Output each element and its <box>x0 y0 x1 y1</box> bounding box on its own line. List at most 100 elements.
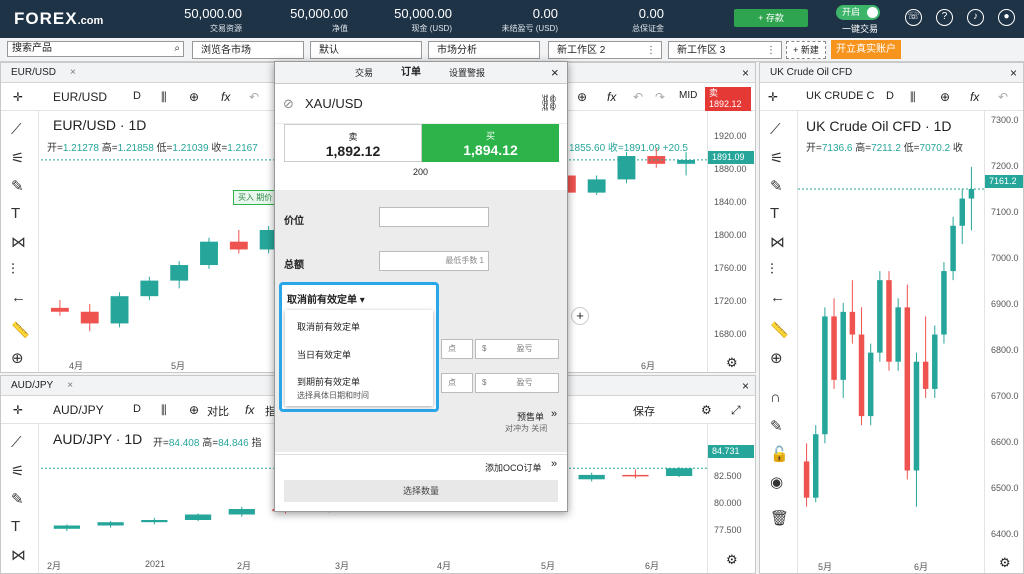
undo-icon[interactable]: ↶ <box>633 90 643 104</box>
brush-tool-icon[interactable]: ✎ <box>770 177 783 195</box>
fib-tool-icon[interactable]: ⚟ <box>11 149 24 167</box>
stop-pnl-input[interactable]: $ 盈亏 <box>475 339 559 359</box>
open-real-account-button[interactable]: 开立真实账户 <box>831 40 901 59</box>
pattern-tool-icon[interactable]: ⋈ <box>11 233 26 251</box>
crosshair-icon[interactable]: ✛ <box>13 403 23 417</box>
cancel-icon[interactable]: ⊘ <box>283 96 294 112</box>
buy-button[interactable]: 买 1,894.12 <box>422 124 559 162</box>
settings-icon[interactable]: ⚙ <box>726 552 738 568</box>
close-tab-icon[interactable]: × <box>70 67 76 78</box>
candle-type-icon[interactable]: ⫼ <box>161 403 167 418</box>
tif-dropdown-toggle[interactable]: 取消前有效定单 ▾ <box>287 291 365 306</box>
function-icon[interactable]: fx <box>970 90 979 104</box>
tab-market-analysis[interactable]: 市场分析 <box>428 41 540 59</box>
add-indicator-icon[interactable]: ⊕ <box>577 90 587 104</box>
candle-type-icon[interactable]: ⫼ <box>910 90 916 105</box>
tab-order[interactable]: 订单 <box>401 62 421 84</box>
amount-input[interactable]: 最低手数 1 <box>379 251 489 271</box>
back-arrow-icon[interactable]: ← <box>11 289 26 306</box>
settings-icon[interactable]: ⚙ <box>726 355 738 371</box>
close-icon[interactable]: × <box>1010 63 1017 83</box>
user-icon[interactable]: ● <box>998 9 1015 26</box>
sell-button[interactable]: 卖 1,892.12 <box>284 124 422 162</box>
sell-price-tag[interactable]: 卖 1892.12 <box>705 87 751 111</box>
settings-icon[interactable]: ⚙ <box>701 403 712 417</box>
tif-option-gtc[interactable]: 取消前有效定单 <box>297 320 360 333</box>
tab-workspace-3[interactable]: 新工作区 3 ⋮ <box>668 41 782 59</box>
limit-points-input[interactable]: 点 <box>441 373 473 393</box>
add-plus-icon[interactable]: + <box>571 307 589 325</box>
deposit-button[interactable]: + 存款 <box>734 9 808 27</box>
select-quantity-button[interactable]: 选择数量 <box>284 480 558 502</box>
interval-selector[interactable]: D <box>133 403 141 415</box>
pattern-tool-icon[interactable]: ⋈ <box>770 233 785 251</box>
limit-pnl-input[interactable]: $ 盈亏 <box>475 373 559 393</box>
tif-option-day[interactable]: 当日有效定单 <box>297 348 351 361</box>
close-icon[interactable]: × <box>742 376 749 396</box>
add-indicator-icon[interactable]: ⊕ <box>940 90 950 104</box>
symbol-selector[interactable]: EUR/USD <box>53 90 107 104</box>
trash-icon[interactable]: 🗑 <box>770 509 789 527</box>
stop-points-input[interactable]: 点 <box>441 339 473 359</box>
fib-tool-icon[interactable]: ⚟ <box>770 149 783 167</box>
tif-option-gtd[interactable]: 到期前有效定单 选择具体日期和时间 <box>297 375 369 401</box>
compare-icon[interactable]: ⊕ <box>189 403 199 417</box>
function-icon[interactable]: fx <box>607 90 616 104</box>
undo-icon[interactable]: ↶ <box>998 90 1008 104</box>
tab-browse-markets[interactable]: 浏览各市场 <box>192 41 304 59</box>
pending-order-row[interactable]: 预售单 » 对冲为 关闭 <box>275 408 567 438</box>
brush-tool-icon[interactable]: ✎ <box>11 490 24 508</box>
line-tool-icon[interactable]: ⟋ <box>770 121 781 138</box>
tab-trade[interactable]: 交易 <box>355 62 373 84</box>
more-icon[interactable]: ⋮ <box>646 42 656 59</box>
fullscreen-icon[interactable]: ⤢ <box>731 403 741 418</box>
zoom-icon[interactable]: ⊕ <box>770 349 783 367</box>
text-tool-icon[interactable]: T <box>11 205 20 222</box>
add-indicator-icon[interactable]: ⊕ <box>189 90 199 104</box>
function-icon[interactable]: fx <box>245 403 254 417</box>
ruler-icon[interactable]: 📏 <box>11 321 30 339</box>
redo-icon[interactable]: ↷ <box>655 90 665 104</box>
brush-tool-icon[interactable]: ✎ <box>11 177 24 195</box>
oco-order-row[interactable]: 添加OCO订单 » <box>275 454 567 474</box>
function-icon[interactable]: fx <box>221 90 230 104</box>
one-click-toggle[interactable]: 开启 <box>836 5 880 20</box>
magnet-icon[interactable]: ∩ <box>770 389 781 406</box>
undo-icon[interactable]: ↶ <box>249 90 259 104</box>
line-tool-icon[interactable]: ⟋ <box>11 121 22 138</box>
price-input[interactable] <box>379 207 489 227</box>
text-tool-icon[interactable]: T <box>11 518 20 535</box>
symbol-selector[interactable]: UK CRUDE C <box>806 90 874 102</box>
product-search-input[interactable]: 搜索产品 ⌕ <box>7 41 184 57</box>
save-button[interactable]: 保存 <box>633 403 655 419</box>
tab-default[interactable]: 默认 <box>310 41 422 59</box>
interval-selector[interactable]: D <box>886 90 894 102</box>
compare-button[interactable]: 对比 <box>207 403 229 419</box>
measure-tool-icon[interactable]: ⫶ <box>11 261 15 278</box>
settings-icon[interactable]: ⚙ <box>999 555 1011 571</box>
back-arrow-icon[interactable]: ← <box>770 289 785 306</box>
tab-set-alert[interactable]: 设置警报 <box>449 62 485 84</box>
close-icon[interactable]: × <box>551 62 559 84</box>
crosshair-icon[interactable]: ✛ <box>768 90 778 104</box>
zoom-icon[interactable]: ⊕ <box>11 349 24 367</box>
pattern-tool-icon[interactable]: ⋈ <box>11 546 26 564</box>
line-tool-icon[interactable]: ⟋ <box>11 434 22 451</box>
new-workspace-button[interactable]: + 新建 <box>786 41 826 59</box>
measure-tool-icon[interactable]: ⫶ <box>770 261 774 278</box>
interval-selector[interactable]: D <box>133 90 141 102</box>
fib-tool-icon[interactable]: ⚟ <box>11 462 24 480</box>
unlock-icon[interactable]: 🔓 <box>770 445 789 463</box>
close-tab-icon[interactable]: × <box>67 380 73 391</box>
candle-type-icon[interactable]: ⫼ <box>161 90 167 105</box>
lock-drawing-icon[interactable]: ✎ <box>770 417 783 435</box>
link-icon[interactable]: ⛓ <box>539 93 559 113</box>
more-icon[interactable]: ⋮ <box>766 42 776 59</box>
forex-logo[interactable]: FOREX.com <box>14 9 103 29</box>
bell-icon[interactable]: ♪ <box>967 9 984 26</box>
ruler-icon[interactable]: 📏 <box>770 321 789 339</box>
help-icon[interactable]: ? <box>936 9 953 26</box>
close-icon[interactable]: × <box>742 63 749 83</box>
eye-icon[interactable]: ◉ <box>770 473 783 491</box>
symbol-selector[interactable]: AUD/JPY <box>53 403 104 417</box>
